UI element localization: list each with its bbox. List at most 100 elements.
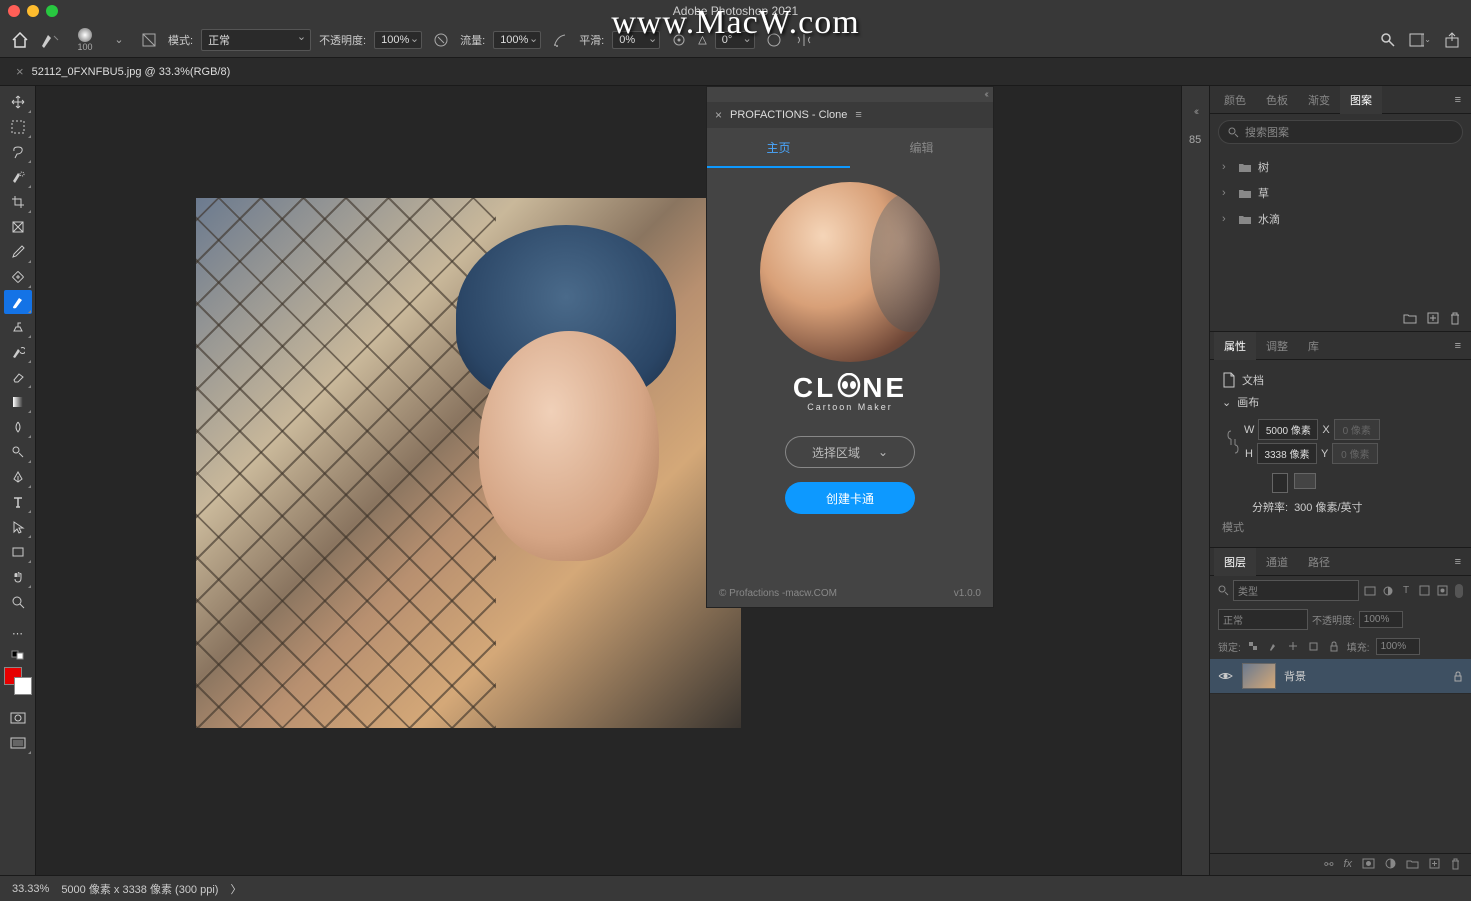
search-icon[interactable] [1377, 29, 1399, 51]
blend-mode-select[interactable]: 正常 [1218, 609, 1308, 630]
layer-filter-select[interactable]: 类型 [1233, 580, 1359, 601]
hand-tool[interactable] [4, 565, 32, 589]
tab-properties[interactable]: 属性 [1214, 332, 1256, 360]
search-icon[interactable] [1218, 585, 1229, 596]
tab-channels[interactable]: 通道 [1256, 548, 1298, 576]
portrait-orientation[interactable] [1272, 473, 1288, 493]
minimize-window-button[interactable] [27, 5, 39, 17]
status-arrow-icon[interactable]: 〉 [230, 881, 241, 897]
select-area-dropdown[interactable]: 选择区域 ⌄ [785, 436, 915, 468]
blend-mode-select[interactable]: 正常 [201, 29, 311, 51]
brush-preset-picker[interactable]: 100 [70, 25, 100, 55]
flow-input[interactable]: 100% [493, 31, 541, 49]
link-icon[interactable] [1226, 427, 1240, 457]
panel-menu-icon[interactable]: ≡ [1449, 94, 1467, 106]
layer-name[interactable]: 背景 [1284, 668, 1306, 684]
new-group-icon[interactable] [1406, 858, 1419, 871]
brush-tool[interactable] [4, 290, 32, 314]
quick-mask-button[interactable] [4, 706, 32, 730]
gradient-tool[interactable] [4, 390, 32, 414]
lock-all-icon[interactable] [1327, 640, 1341, 654]
plugin-tab-edit[interactable]: 编辑 [850, 128, 993, 168]
frame-tool[interactable] [4, 215, 32, 239]
clone-stamp-tool[interactable] [4, 315, 32, 339]
tool-preset-picker[interactable] [40, 29, 62, 51]
panel-menu-icon[interactable]: ≡ [1449, 556, 1467, 568]
layer-mask-icon[interactable] [1362, 858, 1375, 871]
smoothing-input[interactable]: 0% [612, 31, 660, 49]
default-colors-icon[interactable] [11, 650, 25, 660]
expand-dock-icon[interactable]: ‹‹ [1194, 106, 1197, 118]
chevron-down-icon[interactable]: ⌄ [108, 29, 130, 51]
pressure-size-icon[interactable] [763, 29, 785, 51]
trash-icon[interactable] [1449, 312, 1461, 325]
panel-menu-icon[interactable]: ≡ [1449, 340, 1467, 352]
collapse-panel-icon[interactable]: ‹‹ [707, 87, 993, 102]
filter-image-icon[interactable] [1363, 584, 1377, 598]
type-tool[interactable] [4, 490, 32, 514]
zoom-level[interactable]: 33.33% [12, 883, 49, 895]
symmetry-icon[interactable] [793, 29, 815, 51]
quick-select-tool[interactable] [4, 165, 32, 189]
filter-toggle[interactable] [1455, 584, 1463, 598]
pattern-folder[interactable]: ›草 [1218, 180, 1463, 206]
canvas-disclosure[interactable]: ⌄画布 [1222, 394, 1459, 410]
document-tab[interactable]: × 52112_0FXNFBU5.jpg @ 33.3%(RGB/8) [6, 64, 240, 79]
path-select-tool[interactable] [4, 515, 32, 539]
height-input[interactable]: 3338 像素 [1257, 443, 1317, 464]
history-brush-tool[interactable] [4, 340, 32, 364]
close-plugin-icon[interactable]: × [715, 108, 722, 122]
layer-fx-icon[interactable]: fx [1343, 858, 1352, 871]
eyedropper-tool[interactable] [4, 240, 32, 264]
document-canvas[interactable] [196, 198, 741, 728]
folder-icon[interactable] [1403, 312, 1417, 325]
airbrush-icon[interactable] [549, 29, 571, 51]
layer-row[interactable]: 背景 [1210, 659, 1471, 694]
filter-adjustment-icon[interactable] [1381, 584, 1395, 598]
tab-layers[interactable]: 图层 [1214, 548, 1256, 576]
trash-icon[interactable] [1450, 858, 1461, 871]
new-layer-icon[interactable] [1429, 858, 1440, 871]
zoom-tool[interactable] [4, 590, 32, 614]
workspace-icon[interactable]: ⌄ [1409, 29, 1431, 51]
width-input[interactable]: 5000 像素 [1258, 419, 1318, 440]
adjustment-layer-icon[interactable] [1385, 858, 1396, 871]
link-layers-icon[interactable]: ⚯ [1324, 858, 1333, 871]
lock-position-icon[interactable] [1287, 640, 1301, 654]
tab-adjustments[interactable]: 调整 [1256, 332, 1298, 360]
new-item-icon[interactable] [1427, 312, 1439, 325]
create-cartoon-button[interactable]: 创建卡通 [785, 482, 915, 514]
lasso-tool[interactable] [4, 140, 32, 164]
home-button[interactable] [8, 28, 32, 52]
maximize-window-button[interactable] [46, 5, 58, 17]
filter-shape-icon[interactable] [1417, 584, 1431, 598]
screen-mode-button[interactable] [4, 731, 32, 755]
pattern-folder[interactable]: ›水滴 [1218, 206, 1463, 232]
move-tool[interactable] [4, 90, 32, 114]
lock-artboard-icon[interactable] [1307, 640, 1321, 654]
tab-gradients[interactable]: 渐变 [1298, 86, 1340, 114]
tab-paths[interactable]: 路径 [1298, 548, 1340, 576]
tab-swatches[interactable]: 色板 [1256, 86, 1298, 114]
landscape-orientation[interactable] [1294, 473, 1316, 489]
fill-input[interactable]: 100% [1376, 638, 1420, 655]
background-color[interactable] [14, 677, 32, 695]
close-window-button[interactable] [8, 5, 20, 17]
plugin-menu-icon[interactable]: ≡ [855, 109, 861, 121]
angle-input[interactable]: 0° [715, 31, 755, 49]
visibility-icon[interactable] [1218, 671, 1234, 681]
dodge-tool[interactable] [4, 440, 32, 464]
marquee-tool[interactable] [4, 115, 32, 139]
lock-image-icon[interactable] [1267, 640, 1281, 654]
crop-tool[interactable] [4, 190, 32, 214]
filter-type-icon[interactable]: T [1399, 584, 1413, 598]
plugin-tab-home[interactable]: 主页 [707, 128, 850, 168]
healing-tool[interactable] [4, 265, 32, 289]
pen-tool[interactable] [4, 465, 32, 489]
filter-smart-icon[interactable] [1435, 584, 1449, 598]
opacity-input[interactable]: 100% [374, 31, 422, 49]
lock-transparent-icon[interactable] [1247, 640, 1261, 654]
edit-toolbar-button[interactable]: ⋯ [4, 621, 32, 645]
color-swatches[interactable] [4, 667, 32, 695]
tab-libraries[interactable]: 库 [1298, 332, 1329, 360]
